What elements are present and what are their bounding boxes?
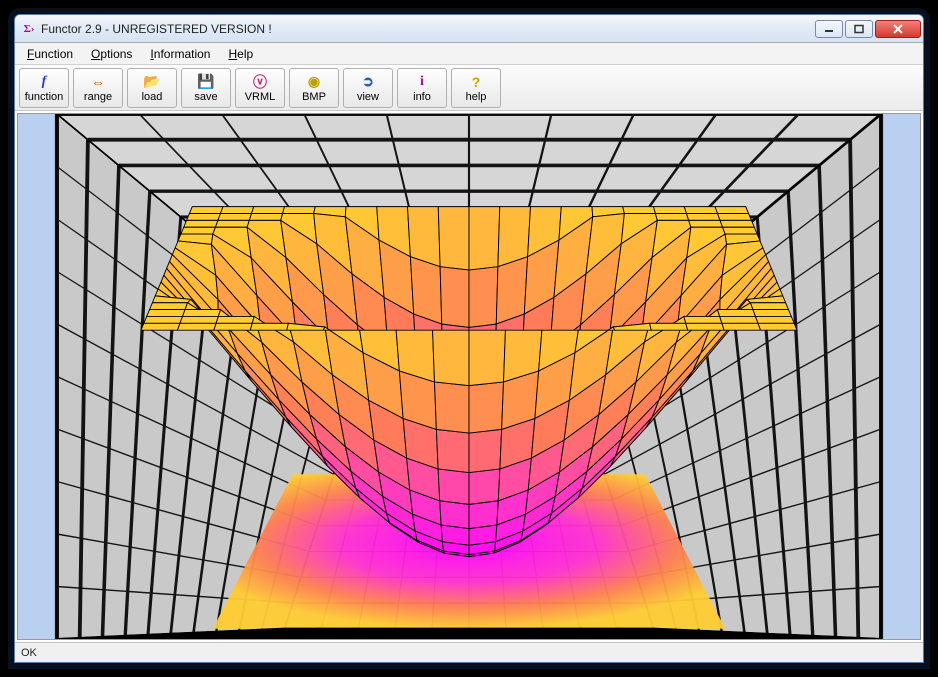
vrml-icon: ⓥ <box>251 73 269 91</box>
menu-help[interactable]: Help <box>220 45 261 63</box>
bmp-button[interactable]: ◉ BMP <box>289 68 339 108</box>
window-title: Functor 2.9 - UNREGISTERED VERSION ! <box>41 22 813 36</box>
status-text: OK <box>21 647 37 659</box>
help-button[interactable]: ? help <box>451 68 501 108</box>
vrml-button[interactable]: ⓥ VRML <box>235 68 285 108</box>
surface-plot <box>18 114 920 639</box>
help-icon: ? <box>467 73 485 91</box>
save-icon: 💾 <box>197 73 215 91</box>
function-button[interactable]: f function <box>19 68 69 108</box>
view-icon: ➲ <box>359 73 377 91</box>
save-button[interactable]: 💾 save <box>181 68 231 108</box>
info-button[interactable]: i info <box>397 68 447 108</box>
function-icon: f <box>35 73 53 91</box>
load-icon: 📂 <box>143 73 161 91</box>
menubar: Function Options Information Help <box>15 43 923 65</box>
toolbar: f function ⇔ range 📂 load 💾 save ⓥ VRML … <box>15 65 923 111</box>
menu-function[interactable]: Function <box>19 45 81 63</box>
view-button[interactable]: ➲ view <box>343 68 393 108</box>
range-button[interactable]: ⇔ range <box>73 68 123 108</box>
bmp-icon: ◉ <box>305 73 323 91</box>
plot-canvas[interactable] <box>17 113 921 640</box>
info-icon: i <box>413 73 431 91</box>
menu-information[interactable]: Information <box>142 45 218 63</box>
range-icon: ⇔ <box>89 73 107 91</box>
window-controls <box>813 20 921 38</box>
titlebar: Σ› Functor 2.9 - UNREGISTERED VERSION ! <box>15 15 923 43</box>
minimize-button[interactable] <box>815 20 843 38</box>
statusbar: OK <box>15 642 923 662</box>
menu-options[interactable]: Options <box>83 45 140 63</box>
maximize-button[interactable] <box>845 20 873 38</box>
close-button[interactable] <box>875 20 921 38</box>
app-window: Σ› Functor 2.9 - UNREGISTERED VERSION ! … <box>14 14 924 663</box>
load-button[interactable]: 📂 load <box>127 68 177 108</box>
app-icon: Σ› <box>21 21 37 37</box>
